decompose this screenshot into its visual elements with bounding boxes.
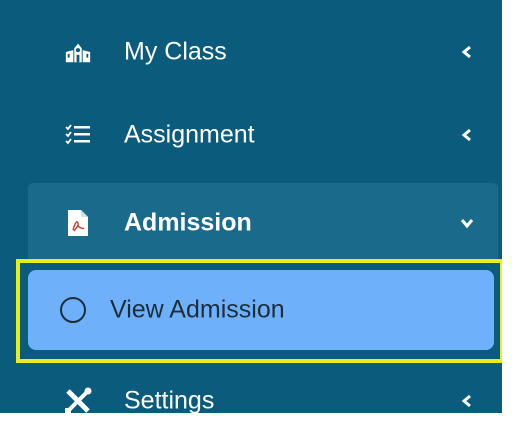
page-background <box>502 0 512 413</box>
sidebar-item-admission[interactable]: Admission <box>28 183 498 263</box>
sidebar-item-settings[interactable]: Settings <box>28 366 498 436</box>
chevron-left-icon <box>458 392 476 410</box>
sidebar-item-label: Admission <box>124 208 252 237</box>
tools-icon <box>64 387 92 415</box>
sidebar-subitem-view-admission[interactable]: View Admission <box>28 270 494 350</box>
sidebar-item-assignment[interactable]: Assignment <box>28 100 498 170</box>
chevron-down-icon <box>458 214 476 232</box>
sidebar-item-my-class[interactable]: My Class <box>28 17 498 87</box>
sidebar-item-label: Assignment <box>124 120 255 149</box>
pdf-file-icon <box>64 209 92 237</box>
chevron-left-icon <box>458 126 476 144</box>
sidebar: My Class Assignment Admission View Admis… <box>0 0 512 415</box>
sidebar-item-label: Settings <box>124 386 215 415</box>
chevron-left-icon <box>458 43 476 61</box>
circle-icon <box>60 297 86 323</box>
checklist-icon <box>64 121 92 149</box>
sidebar-subitem-label: View Admission <box>110 295 285 324</box>
school-icon <box>64 38 92 66</box>
sidebar-item-label: My Class <box>124 37 227 66</box>
